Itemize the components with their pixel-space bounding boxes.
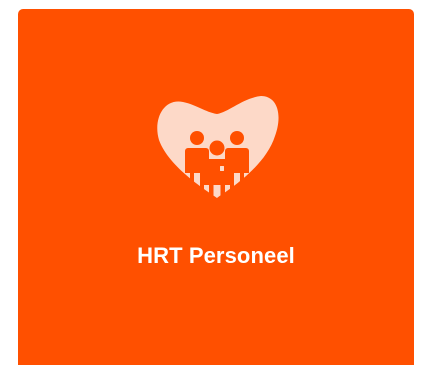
- hrt-personeel-tile[interactable]: HRT Personeel: [18, 9, 414, 365]
- tile-label: HRT Personeel: [137, 243, 295, 268]
- heart-people-icon: [151, 88, 283, 206]
